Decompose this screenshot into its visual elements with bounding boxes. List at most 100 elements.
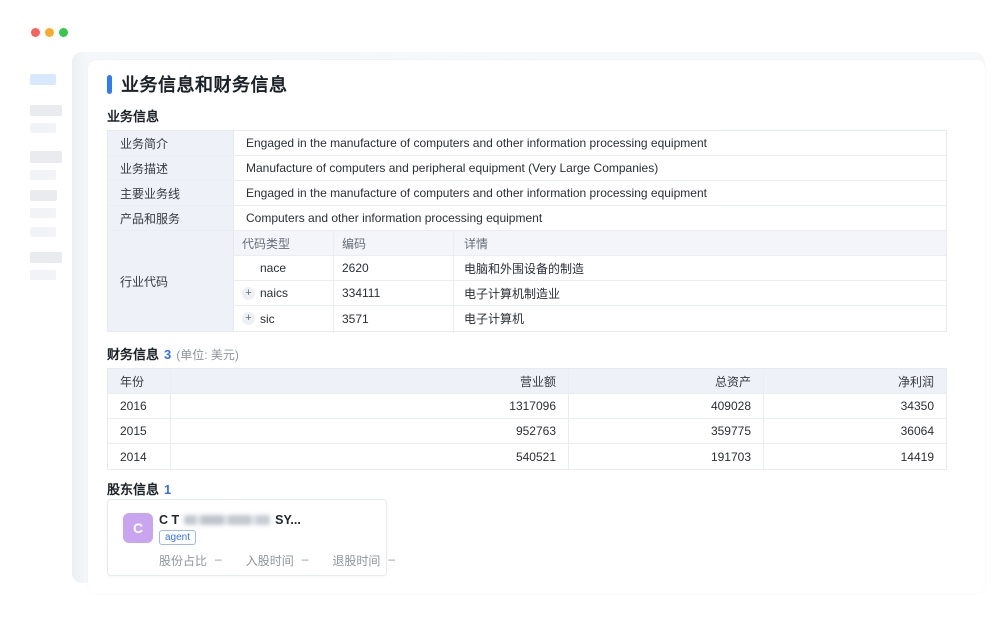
stat-value: – <box>302 552 309 569</box>
table-row: 产品和服务 Computers and other information pr… <box>108 206 946 231</box>
revenue-cell: 1317096 <box>171 394 569 418</box>
title-accent-bar <box>107 75 112 94</box>
profit-cell: 14419 <box>764 444 946 469</box>
sidebar-skeleton-item <box>30 123 56 133</box>
business-info-table: 业务简介 Engaged in the manufacture of compu… <box>107 130 947 332</box>
redacted-name-segment <box>184 515 270 525</box>
column-header: 营业额 <box>171 369 569 393</box>
code-type-cell: + sic <box>234 306 334 331</box>
shareholder-section-title: 股东信息 1 <box>107 479 171 498</box>
industry-codes-row: 行业代码 代码类型 编码 详情 nace 2620 电脑和外围设备的制造 <box>108 231 946 331</box>
finance-count-badge: 3 <box>164 347 171 362</box>
assets-cell: 191703 <box>569 444 764 469</box>
code-value: 334111 <box>334 281 454 305</box>
code-row-naics: + naics 334111 电子计算机制造业 <box>234 281 946 306</box>
stat-exit-time: 退股时间 – <box>332 552 395 569</box>
stat-share-ratio: 股份占比 – <box>159 552 222 569</box>
code-type-cell: + naics <box>234 281 334 305</box>
finance-unit-note: (单位: 美元) <box>176 348 239 362</box>
year-cell: 2015 <box>108 419 171 443</box>
code-detail: 电子计算机制造业 <box>454 281 946 305</box>
code-row-sic: + sic 3571 电子计算机 <box>234 306 946 331</box>
row-value: Computers and other information processi… <box>234 206 946 230</box>
window-controls <box>31 28 68 37</box>
table-row: 业务描述 Manufacture of computers and periph… <box>108 156 946 181</box>
sidebar-skeleton-item <box>30 270 56 280</box>
column-header: 详情 <box>454 231 946 255</box>
zoom-window-button[interactable] <box>59 28 68 37</box>
revenue-cell: 540521 <box>171 444 569 469</box>
sidebar-skeleton-item <box>30 151 62 163</box>
code-type: naics <box>260 286 288 300</box>
row-label: 业务简介 <box>108 131 234 155</box>
close-window-button[interactable] <box>31 28 40 37</box>
expand-icon[interactable]: + <box>242 312 255 325</box>
shareholder-count-badge: 1 <box>164 482 171 497</box>
assets-cell: 359775 <box>569 419 764 443</box>
shareholder-stats: 股份占比 – 入股时间 – 退股时间 – <box>159 552 395 569</box>
table-row: 主要业务线 Engaged in the manufacture of comp… <box>108 181 946 206</box>
sidebar-skeleton-item <box>30 252 62 263</box>
row-value: Manufacture of computers and peripheral … <box>234 156 946 180</box>
stat-value: – <box>215 552 222 569</box>
stat-label: 入股时间 <box>246 552 294 569</box>
finance-section-title-text: 财务信息 <box>107 347 159 362</box>
business-section-title: 业务信息 <box>107 106 159 125</box>
finance-header-row: 年份 营业额 总资产 净利润 <box>108 369 946 394</box>
expand-icon[interactable]: + <box>242 287 255 300</box>
minimize-window-button[interactable] <box>45 28 54 37</box>
sidebar-skeleton-item <box>30 170 56 180</box>
row-value: Engaged in the manufacture of computers … <box>234 181 946 205</box>
finance-table: 年份 营业额 总资产 净利润 2016 1317096 409028 34350… <box>107 368 947 470</box>
shareholder-name-prefix: C T <box>159 513 179 527</box>
profit-cell: 34350 <box>764 394 946 418</box>
code-row-nace: nace 2620 电脑和外围设备的制造 <box>234 256 946 281</box>
shareholder-section-title-text: 股东信息 <box>107 482 159 497</box>
code-type-cell: nace <box>234 256 334 280</box>
business-section-title-text: 业务信息 <box>107 109 159 124</box>
app-window: 业务信息和财务信息 业务信息 业务简介 Engaged in the manuf… <box>0 0 1000 629</box>
column-header: 年份 <box>108 369 171 393</box>
finance-row: 2015 952763 359775 36064 <box>108 419 946 444</box>
shareholder-name-suffix: SY... <box>275 513 301 527</box>
sidebar-skeleton-item <box>30 227 56 237</box>
column-header: 代码类型 <box>234 231 334 255</box>
row-label: 行业代码 <box>108 231 234 331</box>
row-label: 产品和服务 <box>108 206 234 230</box>
column-header: 总资产 <box>569 369 764 393</box>
code-detail: 电子计算机 <box>454 306 946 331</box>
row-label: 业务描述 <box>108 156 234 180</box>
stat-label: 股份占比 <box>159 552 207 569</box>
sidebar-skeleton-item <box>30 105 62 116</box>
agent-tag-badge: agent <box>159 530 196 545</box>
content-card: 业务信息和财务信息 业务信息 业务简介 Engaged in the manuf… <box>88 60 985 593</box>
subtable-header-row: 代码类型 编码 详情 <box>234 231 946 256</box>
finance-row: 2014 540521 191703 14419 <box>108 444 946 469</box>
code-type: nace <box>260 261 286 275</box>
sidebar-skeleton-item-active <box>30 74 56 85</box>
profit-cell: 36064 <box>764 419 946 443</box>
year-cell: 2016 <box>108 394 171 418</box>
revenue-cell: 952763 <box>171 419 569 443</box>
stat-value: – <box>388 552 395 569</box>
column-header: 净利润 <box>764 369 946 393</box>
row-label: 主要业务线 <box>108 181 234 205</box>
shareholder-card[interactable]: C C T SY... agent 股份占比 – 入股时间 – 退股时间 – <box>107 499 387 576</box>
year-cell: 2014 <box>108 444 171 469</box>
table-row: 业务简介 Engaged in the manufacture of compu… <box>108 131 946 156</box>
row-value: Engaged in the manufacture of computers … <box>234 131 946 155</box>
code-value: 3571 <box>334 306 454 331</box>
stat-entry-time: 入股时间 – <box>246 552 309 569</box>
code-value: 2620 <box>334 256 454 280</box>
avatar: C <box>123 513 153 543</box>
code-detail: 电脑和外围设备的制造 <box>454 256 946 280</box>
stat-label: 退股时间 <box>332 552 380 569</box>
finance-section-title: 财务信息 3 (单位: 美元) <box>107 344 239 363</box>
page-title: 业务信息和财务信息 <box>121 71 288 97</box>
assets-cell: 409028 <box>569 394 764 418</box>
finance-row: 2016 1317096 409028 34350 <box>108 394 946 419</box>
sidebar-skeleton-item <box>30 208 56 218</box>
code-type: sic <box>260 312 275 326</box>
column-header: 编码 <box>334 231 454 255</box>
sidebar-skeleton-item <box>30 190 57 201</box>
